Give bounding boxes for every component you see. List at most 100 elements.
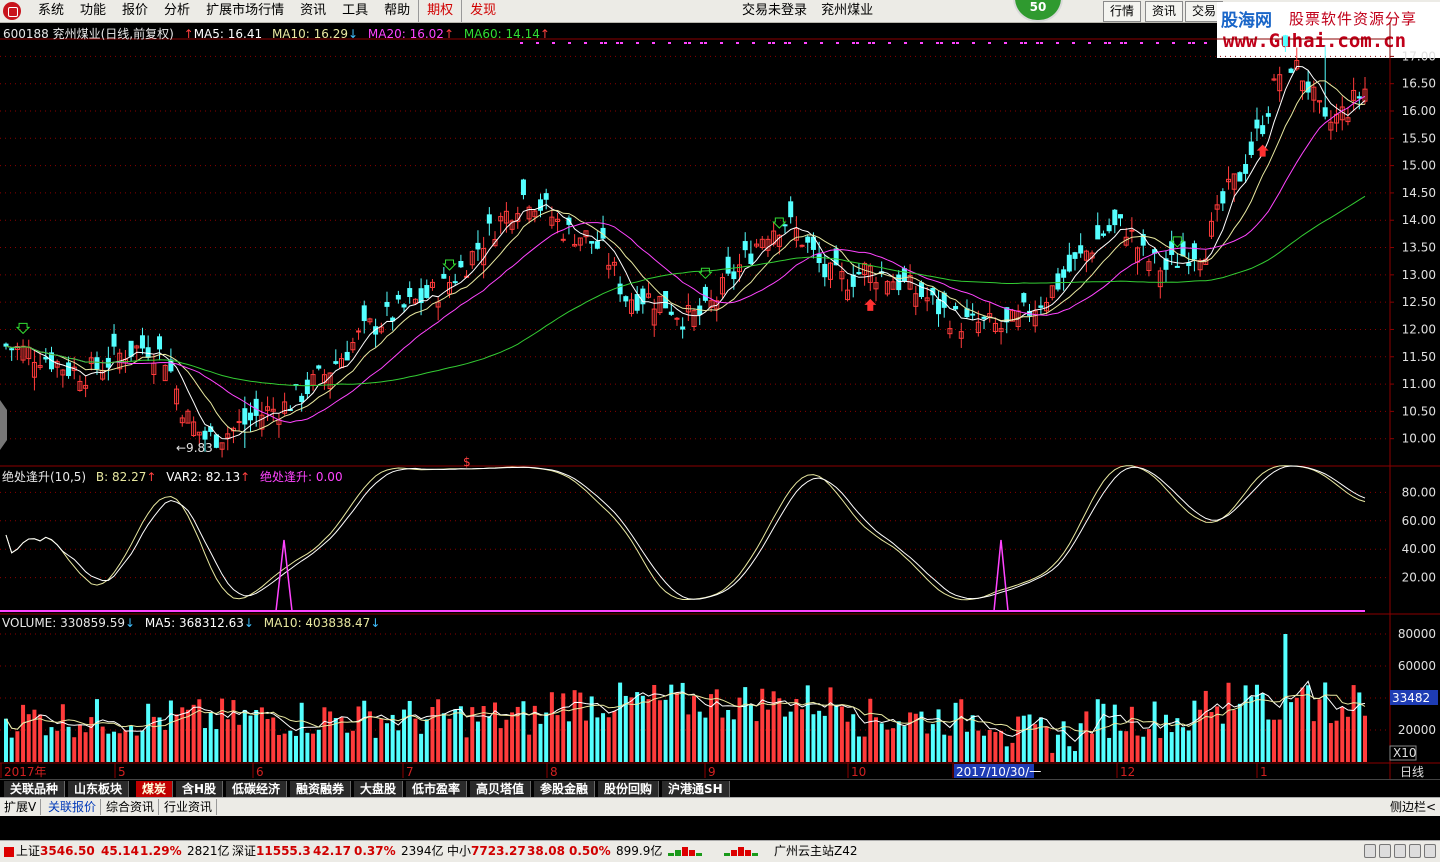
volume-bar <box>1186 730 1191 762</box>
volume-bar <box>726 709 731 762</box>
volume-bar <box>623 695 628 762</box>
top-marker <box>1036 42 1039 44</box>
volume-bar <box>606 717 611 762</box>
indicator-var2-line <box>5 465 1366 600</box>
volume-bar <box>38 714 43 762</box>
candle-body <box>401 304 407 308</box>
volume-bar <box>674 692 679 762</box>
volume-bar <box>458 706 463 762</box>
volume-bar <box>510 712 515 762</box>
candle-body <box>799 244 805 247</box>
sh-change: 45.14 <box>101 844 139 858</box>
sector-tab-8[interactable]: 高贝塔值 <box>470 781 532 797</box>
candle-body <box>543 193 549 200</box>
sector-tab-4[interactable]: 低碳经济 <box>226 781 288 797</box>
volume-bar <box>94 699 99 762</box>
sidebar-toggle-button[interactable]: 侧边栏< <box>1390 799 1436 815</box>
volume-bar <box>89 717 94 762</box>
sector-tab-6[interactable]: 大盘股 <box>354 781 404 797</box>
volume-bar <box>1232 710 1237 762</box>
volume-bar <box>800 709 805 762</box>
sz-index: 深证11555.3 <box>232 844 311 858</box>
sector-tab-0[interactable]: 关联品种 <box>4 781 66 797</box>
volume-bar <box>595 717 600 762</box>
sector-tab-9[interactable]: 参股金融 <box>534 781 596 797</box>
volume-header: VOLUME: 330859.59↓ MA5: 368312.63↓ MA10:… <box>2 616 386 630</box>
candle-body <box>1055 273 1061 290</box>
candle-body <box>3 343 9 347</box>
volume-bar <box>424 719 429 762</box>
top-marker <box>600 42 603 44</box>
candle-body <box>702 286 708 301</box>
top-marker <box>536 42 539 44</box>
top-marker <box>956 42 959 44</box>
sub-tab-0[interactable]: 扩展V <box>0 799 42 815</box>
candle-body <box>617 283 623 295</box>
scroll-handle <box>0 400 7 450</box>
volume-bar <box>822 715 827 762</box>
candle-body <box>805 236 811 243</box>
volume-bar <box>811 714 816 762</box>
volume-bar <box>146 703 151 762</box>
candle-body <box>128 340 134 357</box>
top-marker <box>700 42 703 44</box>
candle-body <box>424 285 430 298</box>
sub-tab-1[interactable]: 关联报价 <box>44 799 102 815</box>
candle-body <box>1356 96 1362 99</box>
sub-tab-3[interactable]: 行业资讯 <box>160 799 218 815</box>
candle-body <box>441 273 447 279</box>
volume-bar <box>60 704 65 762</box>
sector-tab-7[interactable]: 低市盈率 <box>406 781 468 797</box>
volume-bar <box>908 712 913 762</box>
candle-body <box>242 408 248 425</box>
kline-chart[interactable]: 17.00 16.50 16.00 15.50 15.00 14.50 14.00 13.50… <box>0 0 1440 779</box>
sector-tab-5[interactable]: 融资融券 <box>290 781 352 797</box>
top-marker <box>1020 42 1023 44</box>
sector-tab-11[interactable]: 沪港通SH <box>662 781 730 797</box>
volume-bar <box>783 716 788 762</box>
candle-body <box>94 357 100 370</box>
price-axis-label-11: 11.50 <box>1402 350 1436 364</box>
volume-bar <box>1112 704 1117 762</box>
volume-bar <box>248 715 253 762</box>
volume-bar <box>15 731 20 762</box>
candle-body <box>344 351 350 361</box>
candle-body <box>742 241 748 251</box>
volume-bar <box>1118 730 1123 762</box>
top-marker <box>1004 42 1007 44</box>
vol-axis-label-1: 60000 <box>1398 659 1436 673</box>
candle-body <box>66 362 72 377</box>
sector-tab-3[interactable]: 含H股 <box>176 781 224 797</box>
ind-axis-label-2: 40.00 <box>1402 542 1436 556</box>
candle-body <box>304 379 310 395</box>
volume-bar <box>566 721 571 762</box>
volume-bar <box>203 728 208 762</box>
candle-body <box>896 274 902 291</box>
volume-bar <box>214 729 219 762</box>
volume-bar <box>464 737 469 762</box>
volume-bar <box>328 711 333 762</box>
candle-body <box>1186 262 1192 267</box>
volume-bar <box>1363 715 1367 762</box>
top-marker <box>616 42 619 44</box>
volume-bar <box>1226 682 1231 762</box>
sub-tab-2[interactable]: 综合资讯 <box>102 799 160 815</box>
volume-bar <box>828 687 833 762</box>
volume-bar <box>686 714 691 762</box>
alert-icon <box>1379 844 1391 858</box>
candle-body <box>816 253 822 264</box>
candle-body <box>520 179 526 196</box>
volume-bar <box>1249 696 1254 762</box>
ma5-label: ↑MA5: 16.41 <box>183 27 263 41</box>
sector-tab-10[interactable]: 股份回购 <box>598 781 660 797</box>
volume-bar <box>601 713 606 762</box>
candle-body <box>395 294 401 300</box>
volume-bar <box>720 717 725 762</box>
volume-bar <box>1078 723 1083 762</box>
price-axis-label-13: 10.50 <box>1402 404 1436 418</box>
volume-bar <box>1010 742 1015 762</box>
price-axis-label-10: 12.00 <box>1402 322 1436 336</box>
sector-tab-2[interactable]: 煤炭 <box>136 781 174 797</box>
sector-tab-1[interactable]: 山东板块 <box>68 781 130 797</box>
volume-bar <box>311 733 316 762</box>
